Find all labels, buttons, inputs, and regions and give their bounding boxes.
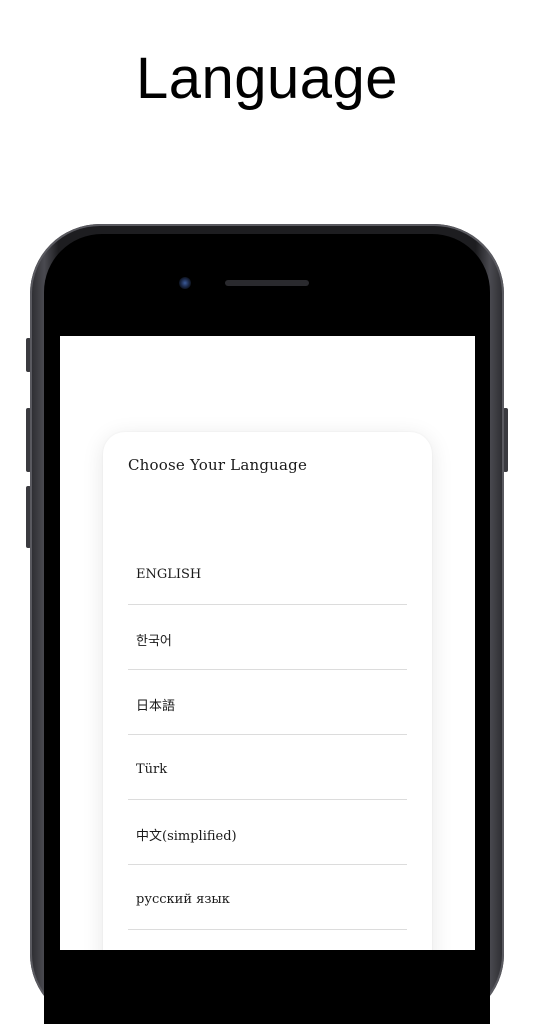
language-option-label: 中文(simplified) xyxy=(136,828,237,844)
dialog-title: Choose Your Language xyxy=(128,456,308,474)
language-list: ENGLISH 한국어 日本語 Türk 中文(simplified) русс… xyxy=(128,540,407,930)
earpiece-speaker xyxy=(225,280,309,286)
language-option-chinese-simplified[interactable]: 中文(simplified) xyxy=(128,800,407,865)
language-option-label: ENGLISH xyxy=(136,566,202,582)
language-option-turkish[interactable]: Türk xyxy=(128,735,407,800)
language-dialog: Choose Your Language ENGLISH 한국어 日本語 Tür… xyxy=(103,432,432,950)
language-option-label: русский язык xyxy=(136,891,230,907)
language-option-label: 한국어 xyxy=(136,633,172,649)
promo-title: Language xyxy=(135,46,399,111)
language-option-label: Türk xyxy=(136,761,168,777)
language-option-label: 日本語 xyxy=(136,698,176,714)
language-option-russian[interactable]: русский язык xyxy=(128,865,407,930)
front-camera-icon xyxy=(179,277,191,289)
language-option-japanese[interactable]: 日本語 xyxy=(128,670,407,735)
phone-screen: Choose Your Language ENGLISH 한국어 日本語 Tür… xyxy=(60,336,475,950)
language-option-english[interactable]: ENGLISH xyxy=(128,540,407,605)
language-option-korean[interactable]: 한국어 xyxy=(128,605,407,670)
